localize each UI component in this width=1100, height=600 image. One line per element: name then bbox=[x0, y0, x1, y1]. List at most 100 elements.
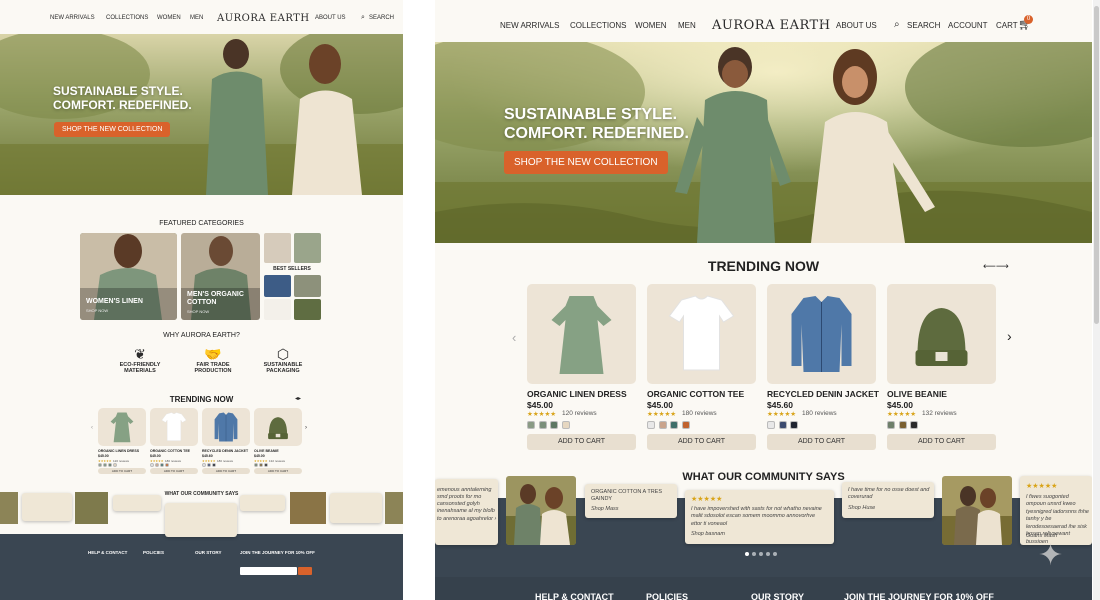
nav-search[interactable]: SEARCH bbox=[907, 21, 940, 30]
color-swatch[interactable] bbox=[212, 463, 216, 467]
brand-logo[interactable]: AURORA EARTH bbox=[712, 18, 831, 33]
add-to-cart-button[interactable]: ADD TO CART bbox=[202, 468, 250, 474]
nav-women[interactable]: WOMEN bbox=[157, 15, 181, 21]
nav-men[interactable]: MEN bbox=[190, 15, 203, 21]
carousel-dot[interactable] bbox=[745, 552, 749, 556]
nav-collections[interactable]: COLLECTIONS bbox=[570, 21, 626, 30]
add-to-cart-button[interactable]: ADD TO CART bbox=[254, 468, 302, 474]
product-image[interactable] bbox=[150, 408, 198, 446]
scrollbar-thumb[interactable] bbox=[1094, 6, 1099, 324]
carousel-prev-button[interactable]: ‹ bbox=[512, 330, 516, 345]
bestseller-thumb-3[interactable] bbox=[264, 275, 291, 297]
review-count[interactable]: 180 reviews bbox=[682, 410, 717, 417]
footer-help[interactable]: HELP & CONTACT bbox=[535, 592, 614, 600]
add-to-cart-button[interactable]: ADD TO CART bbox=[98, 468, 146, 474]
color-swatch[interactable] bbox=[670, 421, 679, 429]
nav-collections[interactable]: COLLECTIONS bbox=[106, 15, 148, 21]
add-to-cart-button[interactable]: ADD TO CART bbox=[887, 434, 996, 450]
product-image[interactable] bbox=[202, 408, 250, 446]
color-swatch[interactable] bbox=[202, 463, 206, 467]
color-swatch[interactable] bbox=[113, 463, 117, 467]
nav-women[interactable]: WOMEN bbox=[635, 21, 667, 30]
color-swatch[interactable] bbox=[160, 463, 164, 467]
brand-logo[interactable]: AURORA EARTH bbox=[217, 13, 310, 24]
carousel-dot[interactable] bbox=[766, 552, 770, 556]
color-swatch[interactable] bbox=[898, 421, 907, 429]
review-count[interactable]: 132 reviews bbox=[922, 410, 957, 417]
color-swatch[interactable] bbox=[527, 421, 535, 429]
newsletter-submit-small[interactable] bbox=[298, 567, 312, 575]
search-icon[interactable]: ⌕ bbox=[361, 14, 365, 22]
footer-policies[interactable]: POLICIES bbox=[646, 592, 688, 600]
nav-search[interactable]: SEARCH bbox=[369, 15, 394, 21]
product-image[interactable] bbox=[98, 408, 146, 446]
review-count[interactable]: 180 reviews bbox=[217, 459, 233, 463]
trending-arrows-small[interactable]: ◂▸ bbox=[295, 395, 301, 402]
scrollbar[interactable] bbox=[1093, 0, 1100, 600]
review-count[interactable]: 132 reviews bbox=[269, 459, 285, 463]
arrows-icon[interactable]: ⟵⟶ bbox=[983, 261, 1009, 272]
color-swatch[interactable] bbox=[165, 463, 169, 467]
color-swatch[interactable] bbox=[108, 463, 112, 467]
review-count[interactable]: 120 reviews bbox=[562, 410, 597, 417]
product-name[interactable]: ORGANIC LINEN DRESS bbox=[98, 449, 139, 453]
product-name[interactable]: OLIVE BEANIE bbox=[887, 389, 947, 399]
add-to-cart-button[interactable]: ADD TO CART bbox=[150, 468, 198, 474]
color-swatch[interactable] bbox=[887, 421, 895, 429]
product-name[interactable]: ORGANIC COTTON TEE bbox=[150, 449, 190, 453]
product-name[interactable]: RECYCLED DENIN JACKET bbox=[202, 449, 248, 453]
hero-cta-button[interactable]: SHOP THE NEW COLLECTION bbox=[504, 151, 668, 174]
color-swatch[interactable] bbox=[150, 463, 154, 467]
product-image[interactable] bbox=[527, 284, 636, 384]
search-icon[interactable]: ⌕ bbox=[894, 19, 900, 30]
carousel-dot[interactable] bbox=[773, 552, 777, 556]
bestseller-thumb-6[interactable] bbox=[294, 299, 321, 320]
nav-new-arrivals[interactable]: NEW ARRIVALS bbox=[500, 21, 559, 30]
color-swatch[interactable] bbox=[658, 421, 667, 429]
color-swatch[interactable] bbox=[538, 421, 547, 429]
nav-about[interactable]: ABOUT US bbox=[315, 15, 346, 21]
color-swatch[interactable] bbox=[259, 463, 263, 467]
bestseller-thumb-4[interactable] bbox=[294, 275, 321, 297]
product-image[interactable] bbox=[647, 284, 756, 384]
color-swatch[interactable] bbox=[778, 421, 787, 429]
carousel-next-button[interactable]: › bbox=[1007, 328, 1012, 344]
carousel-prev-small[interactable]: ‹ bbox=[91, 425, 93, 431]
carousel-dot[interactable] bbox=[759, 552, 763, 556]
nav-about[interactable]: ABOUT US bbox=[836, 21, 877, 30]
bestseller-thumb-2[interactable] bbox=[294, 233, 321, 263]
color-swatch[interactable] bbox=[681, 421, 690, 429]
color-swatch[interactable] bbox=[155, 463, 159, 467]
color-swatch[interactable] bbox=[910, 421, 919, 429]
add-to-cart-button[interactable]: ADD TO CART bbox=[767, 434, 876, 450]
newsletter-input-small[interactable] bbox=[240, 567, 297, 575]
color-swatch[interactable] bbox=[207, 463, 211, 467]
bestseller-thumb-5[interactable] bbox=[264, 299, 291, 320]
hero-cta-button[interactable]: SHOP THE NEW COLLECTION bbox=[54, 122, 171, 137]
add-to-cart-button[interactable]: ADD TO CART bbox=[527, 434, 636, 450]
color-swatch[interactable] bbox=[254, 463, 258, 467]
color-swatch[interactable] bbox=[550, 421, 559, 429]
category-mens-cotton[interactable]: MEN'S ORGANIC COTTON SHOP NOW bbox=[181, 233, 260, 320]
color-swatch[interactable] bbox=[561, 421, 570, 429]
category-women-linen[interactable]: WOMEN'S LINEN SHOP NOW bbox=[80, 233, 177, 320]
product-image[interactable] bbox=[887, 284, 996, 384]
product-name[interactable]: ORGANIC LINEN DRESS bbox=[527, 389, 627, 399]
nav-men[interactable]: MEN bbox=[678, 21, 696, 30]
color-swatch[interactable] bbox=[790, 421, 799, 429]
product-name[interactable]: OLIVE BEANIE bbox=[254, 449, 279, 453]
footer-story[interactable]: OUR STORY bbox=[751, 592, 804, 600]
nav-new-arrivals[interactable]: NEW ARRIVALS bbox=[50, 15, 95, 21]
color-swatch[interactable] bbox=[767, 421, 775, 429]
color-swatch[interactable] bbox=[98, 463, 102, 467]
review-count[interactable]: 180 reviews bbox=[802, 410, 837, 417]
product-image[interactable] bbox=[767, 284, 876, 384]
product-image[interactable] bbox=[254, 408, 302, 446]
carousel-dot[interactable] bbox=[752, 552, 756, 556]
color-swatch[interactable] bbox=[647, 421, 655, 429]
color-swatch[interactable] bbox=[103, 463, 107, 467]
carousel-next-small[interactable]: › bbox=[305, 425, 307, 431]
color-swatch[interactable] bbox=[264, 463, 268, 467]
product-name[interactable]: ORGANIC COTTON TEE bbox=[647, 389, 744, 399]
product-name[interactable]: RECYCLED DENIN JACKET bbox=[767, 389, 879, 399]
